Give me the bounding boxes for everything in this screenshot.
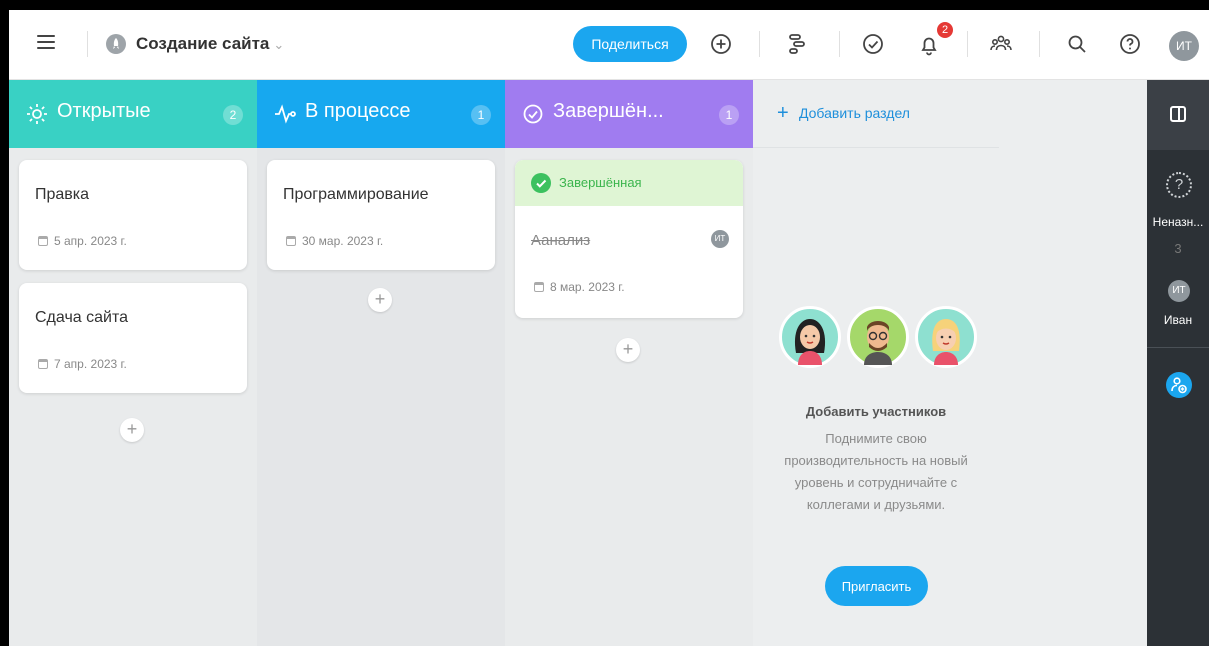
invite-description: Поднимите свою производительность на нов… — [784, 431, 968, 512]
member-name: Иван — [1163, 313, 1193, 327]
column-count: 2 — [223, 105, 243, 125]
column-title: Завершён... — [553, 100, 664, 122]
check-circle-icon — [521, 102, 545, 126]
column-count: 1 — [719, 105, 739, 125]
invite-button[interactable]: Пригласить — [825, 566, 928, 606]
task-date-text: 8 мар. 2023 г. — [550, 280, 625, 294]
calendar-icon — [38, 236, 48, 246]
chevron-down-icon: ⌄ — [273, 37, 285, 52]
divider — [839, 31, 840, 57]
calendar-icon — [38, 359, 48, 369]
column-body: Завершённая Аанализ ИТ 8 мар. 2023 г. + — [505, 148, 753, 646]
task-title: Аанализ — [531, 232, 591, 249]
hamburger-icon[interactable] — [37, 34, 55, 50]
task-card[interactable]: Сдача сайта 7 апр. 2023 г. — [19, 283, 247, 393]
task-date-text: 5 апр. 2023 г. — [54, 234, 127, 248]
task-date: 7 апр. 2023 г. — [38, 357, 127, 371]
task-title: Сдача сайта — [35, 309, 128, 326]
column-title: Открытые — [57, 100, 151, 122]
sidebar-header — [1147, 80, 1209, 150]
check-circle-icon[interactable] — [859, 30, 887, 58]
divider — [1039, 31, 1040, 57]
project-title[interactable]: Создание сайта ⌄ — [136, 34, 284, 54]
add-task-button[interactable]: + — [120, 418, 144, 442]
screen-frame: Создание сайта ⌄ Поделиться 2 ИТ Открыты… — [0, 0, 1209, 646]
assignee-avatar: ИТ — [711, 230, 729, 248]
unassigned-count: 3 — [1174, 241, 1182, 256]
sun-icon — [25, 102, 49, 126]
check-icon — [531, 173, 551, 193]
avatar-illustration — [915, 306, 977, 368]
column-title: В процессе — [305, 100, 411, 122]
task-card[interactable]: Завершённая Аанализ ИТ 8 мар. 2023 г. — [515, 160, 743, 318]
task-date: 8 мар. 2023 г. — [534, 280, 625, 294]
add-section-column: + Добавить раздел Добавить участников По… — [753, 80, 999, 646]
completed-banner: Завершённая — [515, 160, 743, 206]
column-open: Открытые 2 Правка 5 апр. 2023 г. Сдача с… — [9, 80, 257, 646]
help-icon[interactable] — [1116, 30, 1144, 58]
calendar-icon — [534, 282, 544, 292]
panel-toggle-icon[interactable] — [1170, 106, 1186, 122]
completed-label: Завершённая — [559, 175, 642, 190]
divider — [87, 31, 88, 57]
member-avatar[interactable]: ИТ — [1168, 280, 1190, 302]
team-illustration — [779, 306, 979, 376]
notification-badge: 2 — [937, 22, 953, 38]
add-section-label: Добавить раздел — [799, 105, 910, 121]
timeline-icon[interactable] — [783, 30, 811, 58]
board-app: Создание сайта ⌄ Поделиться 2 ИТ Открыты… — [9, 10, 1209, 646]
divider — [967, 31, 968, 57]
avatar-illustration — [847, 306, 909, 368]
share-button[interactable]: Поделиться — [573, 26, 687, 62]
activity-icon — [273, 102, 297, 126]
task-date-text: 7 апр. 2023 г. — [54, 357, 127, 371]
task-date-text: 30 мар. 2023 г. — [302, 234, 384, 248]
task-card[interactable]: Программирование 30 мар. 2023 г. — [267, 160, 495, 270]
top-bar: Создание сайта ⌄ Поделиться 2 ИТ — [9, 10, 1209, 80]
add-task-button[interactable]: + — [368, 288, 392, 312]
column-header-in-progress[interactable]: В процессе 1 — [257, 80, 505, 148]
add-user-icon[interactable] — [1166, 372, 1192, 398]
invite-title: Добавить участников — [805, 404, 947, 419]
task-card[interactable]: Правка 5 апр. 2023 г. — [19, 160, 247, 270]
project-title-text: Создание сайта — [136, 34, 270, 53]
rocket-icon — [106, 34, 126, 54]
avatar-illustration — [779, 306, 841, 368]
column-in-progress: В процессе 1 Программирование 30 мар. 20… — [257, 80, 505, 646]
divider — [1147, 347, 1209, 348]
column-body: Правка 5 апр. 2023 г. Сдача сайта 7 апр.… — [9, 148, 257, 646]
add-task-button[interactable]: + — [616, 338, 640, 362]
unassigned-icon[interactable]: ? — [1166, 172, 1192, 198]
search-icon[interactable] — [1063, 30, 1091, 58]
column-header-open[interactable]: Открытые 2 — [9, 80, 257, 148]
column-done: Завершён... 1 Завершённая Аанализ ИТ 8 м… — [505, 80, 753, 646]
task-title: Правка — [35, 186, 90, 203]
right-sidebar: ? Неназн... 3 ИТ Иван — [1147, 80, 1209, 646]
task-date: 30 мар. 2023 г. — [286, 234, 383, 248]
column-count: 1 — [471, 105, 491, 125]
users-icon[interactable] — [987, 30, 1015, 58]
column-header-done[interactable]: Завершён... 1 — [505, 80, 753, 148]
task-title: Программирование — [283, 186, 429, 203]
calendar-icon — [286, 236, 296, 246]
add-section-button[interactable]: + Добавить раздел — [753, 80, 999, 148]
unassigned-label[interactable]: Неназн... — [1147, 215, 1209, 229]
plus-circle-icon[interactable] — [707, 30, 735, 58]
task-date: 5 апр. 2023 г. — [38, 234, 127, 248]
plus-icon: + — [777, 102, 789, 124]
column-body: Программирование 30 мар. 2023 г. + — [257, 148, 505, 646]
user-avatar[interactable]: ИТ — [1169, 31, 1199, 61]
divider — [759, 31, 760, 57]
